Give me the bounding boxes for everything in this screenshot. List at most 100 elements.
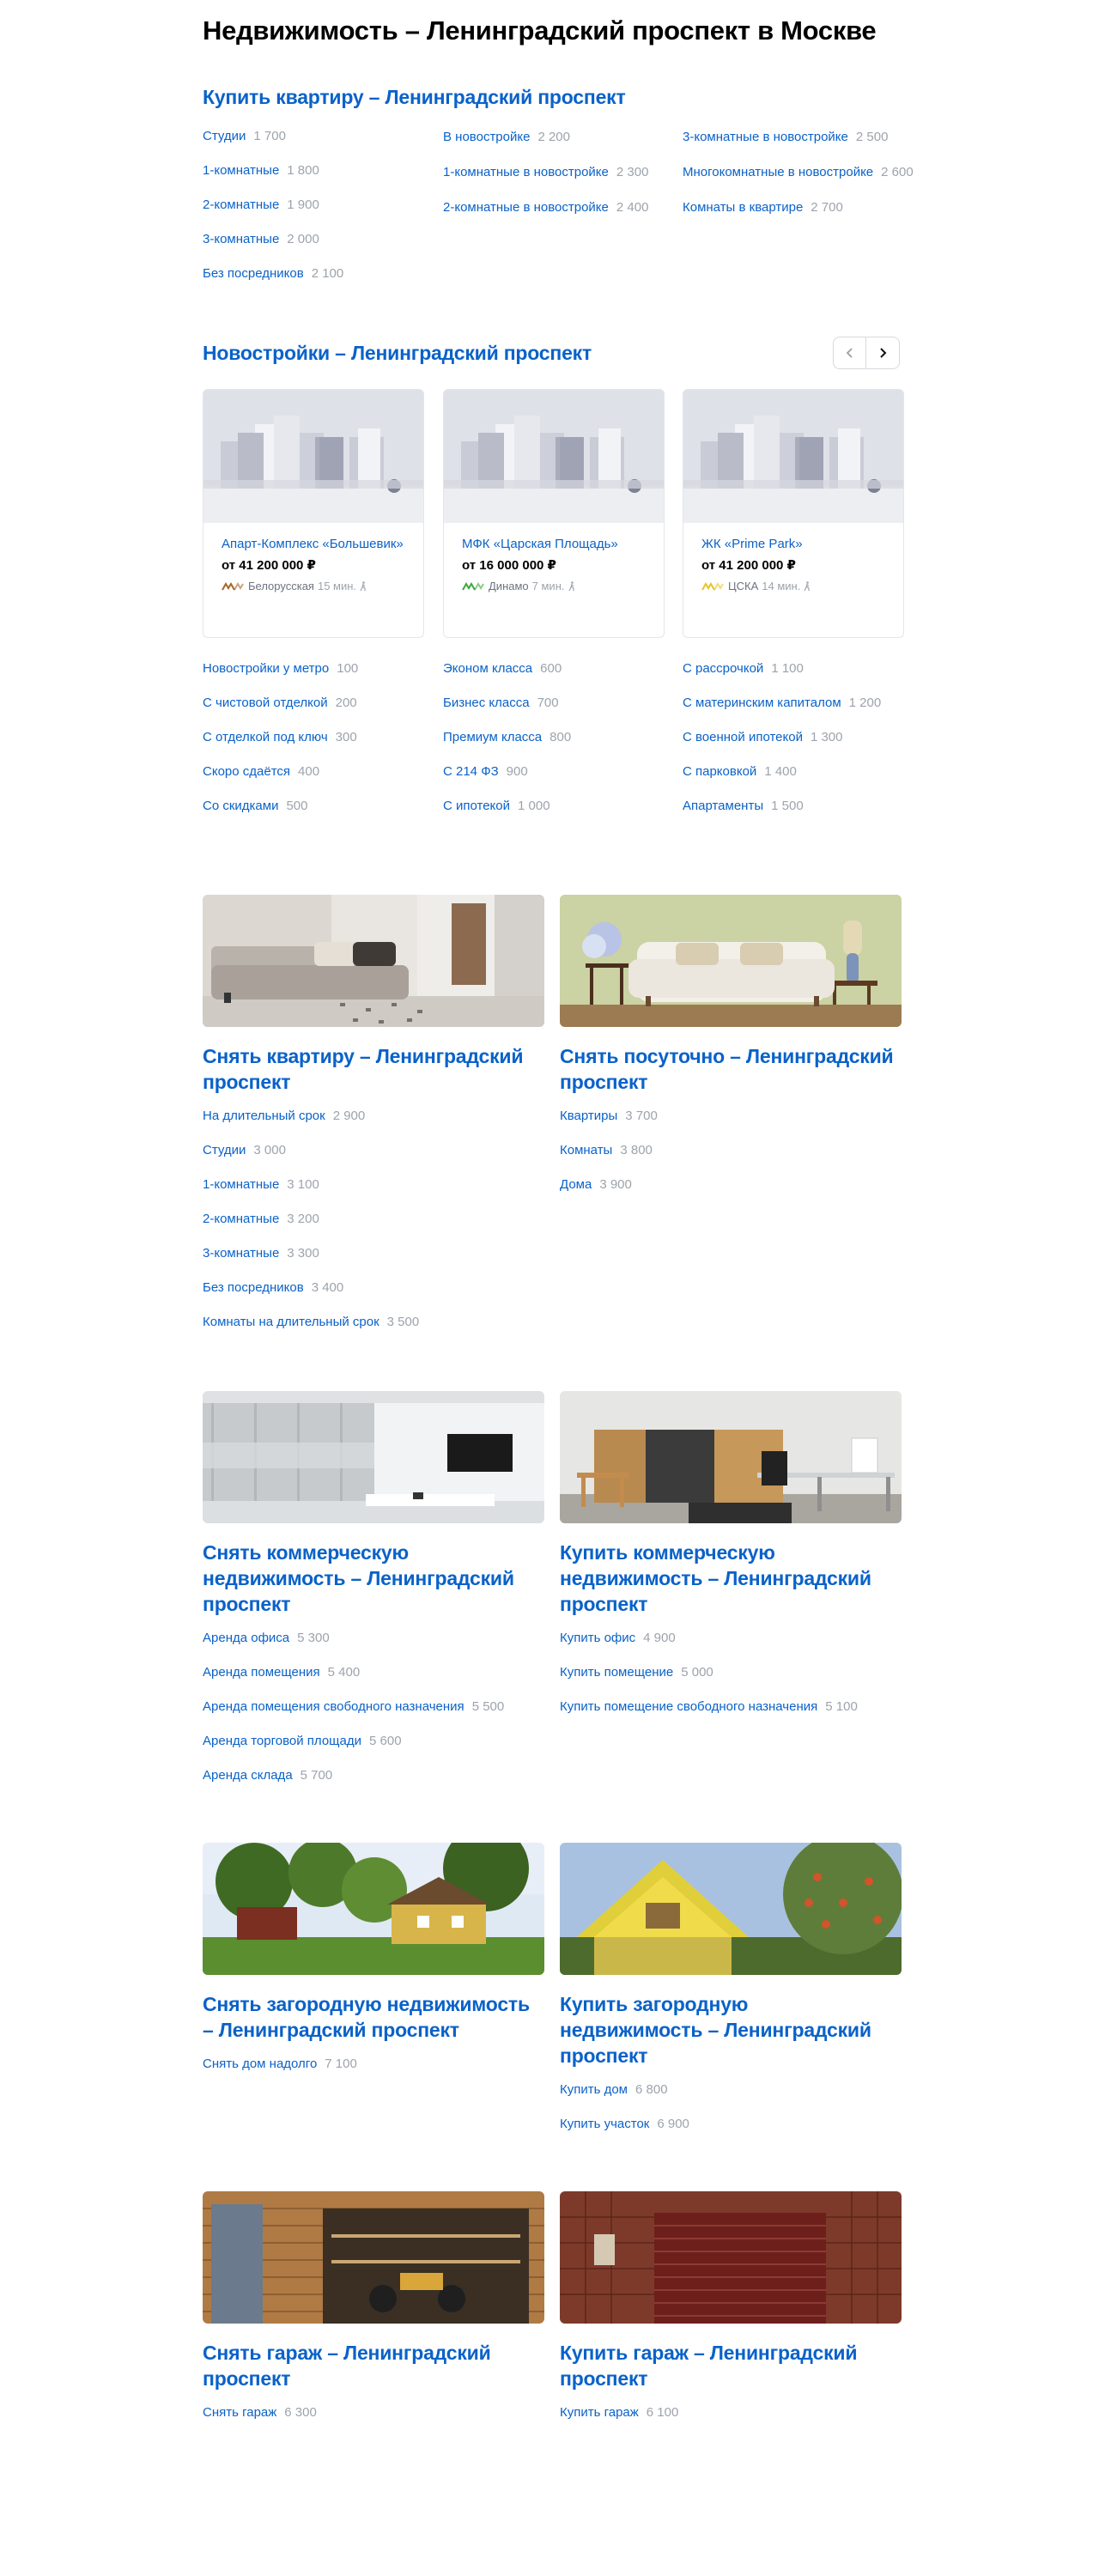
link-item[interactable]: Студии 1 700 xyxy=(203,127,434,146)
link-count: 200 xyxy=(335,696,357,710)
link-item[interactable]: Купить помещение 5 000 xyxy=(560,1663,903,1682)
newbuilds-links: Новостройки у метро 100 С чистовой отделко… xyxy=(203,659,900,831)
link-item[interactable]: Снять гараж 6 300 xyxy=(203,2403,546,2422)
link-label: С парковкой xyxy=(683,764,757,779)
buy-commercial-title[interactable]: Купить коммерческую недвижимость – Ленин… xyxy=(560,1540,895,1617)
link-item[interactable]: С материнским капиталом 1 200 xyxy=(683,694,914,713)
daily-rent-title[interactable]: Снять посуточно – Ленинградский проспект xyxy=(560,1043,895,1095)
link-count: 900 xyxy=(506,764,528,779)
link-item[interactable]: 2-комнатные в новостройке 2 400 xyxy=(443,197,675,218)
link-item[interactable]: Без посредников 2 100 xyxy=(203,264,434,283)
link-label: 1-комнатные xyxy=(203,1177,280,1192)
link-item[interactable]: С ипотекой 1 000 xyxy=(443,797,675,816)
link-item[interactable]: Аренда офиса 5 300 xyxy=(203,1629,546,1648)
link-label: Без посредников xyxy=(203,1280,304,1295)
walk-time: 7 мин. xyxy=(531,580,565,592)
daily-rent-block: Снять посуточно – Ленинградский проспект… xyxy=(560,895,903,1210)
building-name[interactable]: МФК «Царская Площадь» xyxy=(462,534,653,555)
link-label: Аренда склада xyxy=(203,1768,293,1783)
link-item[interactable]: 3-комнатные в новостройке 2 500 xyxy=(683,127,914,148)
link-label: В новостройке xyxy=(443,130,531,144)
link-item[interactable]: Эконом класса 600 xyxy=(443,659,675,678)
metro-info: ЦСКА 14 мин. xyxy=(701,578,893,595)
link-item[interactable]: Бизнес класса 700 xyxy=(443,694,675,713)
rent-commercial-title[interactable]: Снять коммерческую недвижимость – Ленинг… xyxy=(203,1540,537,1617)
link-item[interactable]: 2-комнатные 1 900 xyxy=(203,196,434,215)
buy-apartment-links: Студии 1 700 1-комнатные 1 800 2-комнатные 1 … xyxy=(203,127,914,299)
link-item[interactable]: Комнаты на длительный срок 3 500 xyxy=(203,1313,546,1332)
link-item[interactable]: С отделкой под ключ 300 xyxy=(203,728,434,747)
newbuild-card[interactable]: МФК «Царская Площадь» от 16 000 000 ₽ Ди… xyxy=(443,389,665,638)
link-count: 5 700 xyxy=(300,1768,333,1783)
link-item[interactable]: Купить помещение свободного назначения 5 … xyxy=(560,1698,903,1716)
buy-apartment-section: Купить квартиру – Ленинградский проспект… xyxy=(203,84,914,281)
buy-garage-links: Купить гараж 6 100 xyxy=(560,2403,903,2422)
link-count: 7 100 xyxy=(325,2057,357,2071)
link-item[interactable]: Купить офис 4 900 xyxy=(560,1629,903,1648)
building-name[interactable]: Апарт-Комплекс «Большевик» xyxy=(222,534,413,555)
link-item[interactable]: Комнаты 3 800 xyxy=(560,1141,903,1160)
link-count: 5 000 xyxy=(681,1665,713,1680)
link-item[interactable]: Аренда склада 5 700 xyxy=(203,1766,546,1785)
link-item[interactable]: С рассрочкой 1 100 xyxy=(683,659,914,678)
buy-garage-title[interactable]: Купить гараж – Ленинградский проспект xyxy=(560,2340,895,2391)
buy-apartment-title[interactable]: Купить квартиру – Ленинградский проспект xyxy=(203,84,900,110)
link-item[interactable]: Комнаты в квартире 2 700 xyxy=(683,197,914,218)
link-item[interactable]: Скоро сдаётся 400 xyxy=(203,762,434,781)
link-count: 3 200 xyxy=(287,1212,319,1226)
newbuilds-col-2: Эконом класса 600 Бизнес класса 700 Премиум … xyxy=(443,659,675,831)
link-item[interactable]: Аренда помещения 5 400 xyxy=(203,1663,546,1682)
link-count: 6 100 xyxy=(646,2405,679,2420)
link-item[interactable]: Новостройки у метро 100 xyxy=(203,659,434,678)
newbuild-card[interactable]: Апарт-Комплекс «Большевик» от 41 200 000… xyxy=(203,389,424,638)
building-name[interactable]: ЖК «Prime Park» xyxy=(701,534,893,555)
rent-commercial-links: Аренда офиса 5 300 Аренда помещения 5 400 Ар… xyxy=(203,1629,546,1785)
link-count: 5 500 xyxy=(471,1699,505,1714)
link-label: С рассрочкой xyxy=(683,661,764,676)
link-item[interactable]: С чистовой отделкой 200 xyxy=(203,694,434,713)
metro-station: ЦСКА xyxy=(728,580,759,592)
link-item[interactable]: 2-комнатные 3 200 xyxy=(203,1210,546,1229)
link-label: Комнаты в квартире xyxy=(683,200,804,215)
link-item[interactable]: 1-комнатные 3 100 xyxy=(203,1176,546,1194)
rent-apartment-title[interactable]: Снять квартиру – Ленинградский проспект xyxy=(203,1043,537,1095)
rent-country-title[interactable]: Снять загородную недвижимость – Ленингра… xyxy=(203,1991,537,2043)
newbuilds-title[interactable]: Новостройки – Ленинградский проспект xyxy=(203,337,900,366)
link-item[interactable]: В новостройке 2 200 xyxy=(443,127,675,148)
link-label: С ипотекой xyxy=(443,799,511,813)
link-count: 100 xyxy=(337,661,359,676)
link-item[interactable]: Купить дом 6 800 xyxy=(560,2081,903,2099)
buy-country-title[interactable]: Купить загородную недвижимость – Ленингр… xyxy=(560,1991,895,2069)
link-item[interactable]: Дома 3 900 xyxy=(560,1176,903,1194)
link-item[interactable]: Купить участок 6 900 xyxy=(560,2115,903,2134)
link-item[interactable]: С 214 ФЗ 900 xyxy=(443,762,675,781)
link-item[interactable]: Без посредников 3 400 xyxy=(203,1279,546,1297)
link-item[interactable]: Квартиры 3 700 xyxy=(560,1107,903,1126)
carousel-prev-button[interactable] xyxy=(833,337,866,369)
link-item[interactable]: 3-комнатные 3 300 xyxy=(203,1244,546,1263)
link-item[interactable]: С военной ипотекой 1 300 xyxy=(683,728,914,747)
link-item[interactable]: Аренда торговой площади 5 600 xyxy=(203,1732,546,1751)
link-item[interactable]: Студии 3 000 xyxy=(203,1141,546,1160)
link-item[interactable]: Снять дом надолго 7 100 xyxy=(203,2055,546,2074)
link-item[interactable]: 1-комнатные 1 800 xyxy=(203,161,434,180)
carousel-next-button[interactable] xyxy=(866,337,900,369)
link-item[interactable]: 3-комнатные 2 000 xyxy=(203,230,434,249)
link-item[interactable]: Премиум класса 800 xyxy=(443,728,675,747)
link-label: Многокомнатные в новостройке xyxy=(683,165,874,179)
link-item[interactable]: 1-комнатные в новостройке 2 300 xyxy=(443,162,675,183)
link-item[interactable]: Со скидками 500 xyxy=(203,797,434,816)
newbuild-card[interactable]: ЖК «Prime Park» от 41 200 000 ₽ ЦСКА 14 … xyxy=(683,389,904,638)
rent-country-block: Снять загородную недвижимость – Ленингра… xyxy=(203,1843,546,2089)
page: Недвижимость – Ленинградский проспект в … xyxy=(0,0,1099,2576)
link-item[interactable]: Многокомнатные в новостройке 2 600 xyxy=(683,162,914,183)
link-label: С отделкой под ключ xyxy=(203,730,328,744)
link-item[interactable]: С парковкой 1 400 xyxy=(683,762,914,781)
link-item[interactable]: На длительный срок 2 900 xyxy=(203,1107,546,1126)
link-item[interactable]: Аренда помещения свободного назначения 5 … xyxy=(203,1698,546,1716)
link-item[interactable]: Купить гараж 6 100 xyxy=(560,2403,903,2422)
rent-garage-title[interactable]: Снять гараж – Ленинградский проспект xyxy=(203,2340,537,2391)
card-body: Апарт-Комплекс «Большевик» от 41 200 000… xyxy=(222,534,413,595)
link-label: 1-комнатные xyxy=(203,163,280,178)
link-item[interactable]: Апартаменты 1 500 xyxy=(683,797,914,816)
